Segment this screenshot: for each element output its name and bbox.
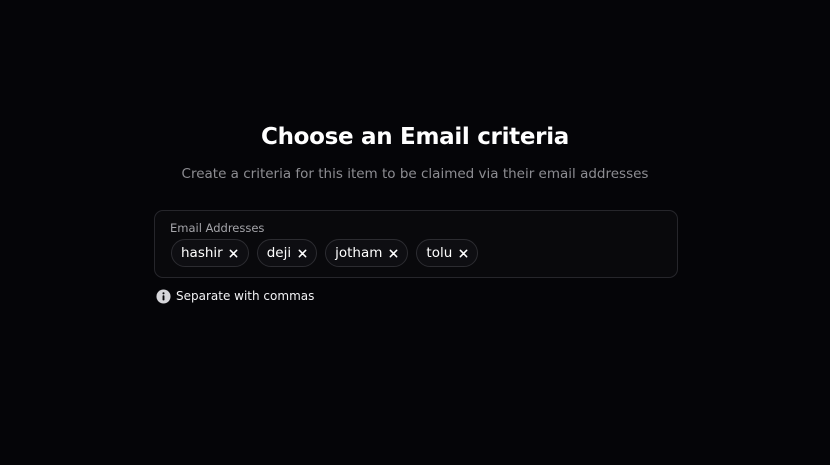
page: Choose an Email criteria Create a criter… xyxy=(0,0,830,465)
email-chip: hashir xyxy=(171,239,249,267)
email-chip: tolu xyxy=(416,239,479,267)
hint-text: Separate with commas xyxy=(176,289,315,303)
email-addresses-label: Email Addresses xyxy=(170,221,265,235)
close-icon[interactable] xyxy=(457,247,469,259)
close-icon[interactable] xyxy=(228,247,240,259)
email-chip: jotham xyxy=(325,239,409,267)
email-chip-label: hashir xyxy=(181,245,223,261)
page-title: Choose an Email criteria xyxy=(260,124,570,150)
hint: Separate with commas xyxy=(156,288,314,304)
email-addresses-field[interactable]: Email Addresses hashir deji jotham tolu xyxy=(154,210,678,278)
info-icon xyxy=(156,288,171,304)
close-icon[interactable] xyxy=(387,247,399,259)
close-icon[interactable] xyxy=(296,247,308,259)
email-chip-label: deji xyxy=(266,245,292,261)
page-subtitle: Create a criteria for this item to be cl… xyxy=(181,166,649,182)
email-chip-label: jotham xyxy=(335,245,383,261)
email-chip-list: hashir deji jotham tolu xyxy=(171,239,479,267)
email-chip: deji xyxy=(256,239,318,267)
email-chip-label: tolu xyxy=(426,245,453,261)
